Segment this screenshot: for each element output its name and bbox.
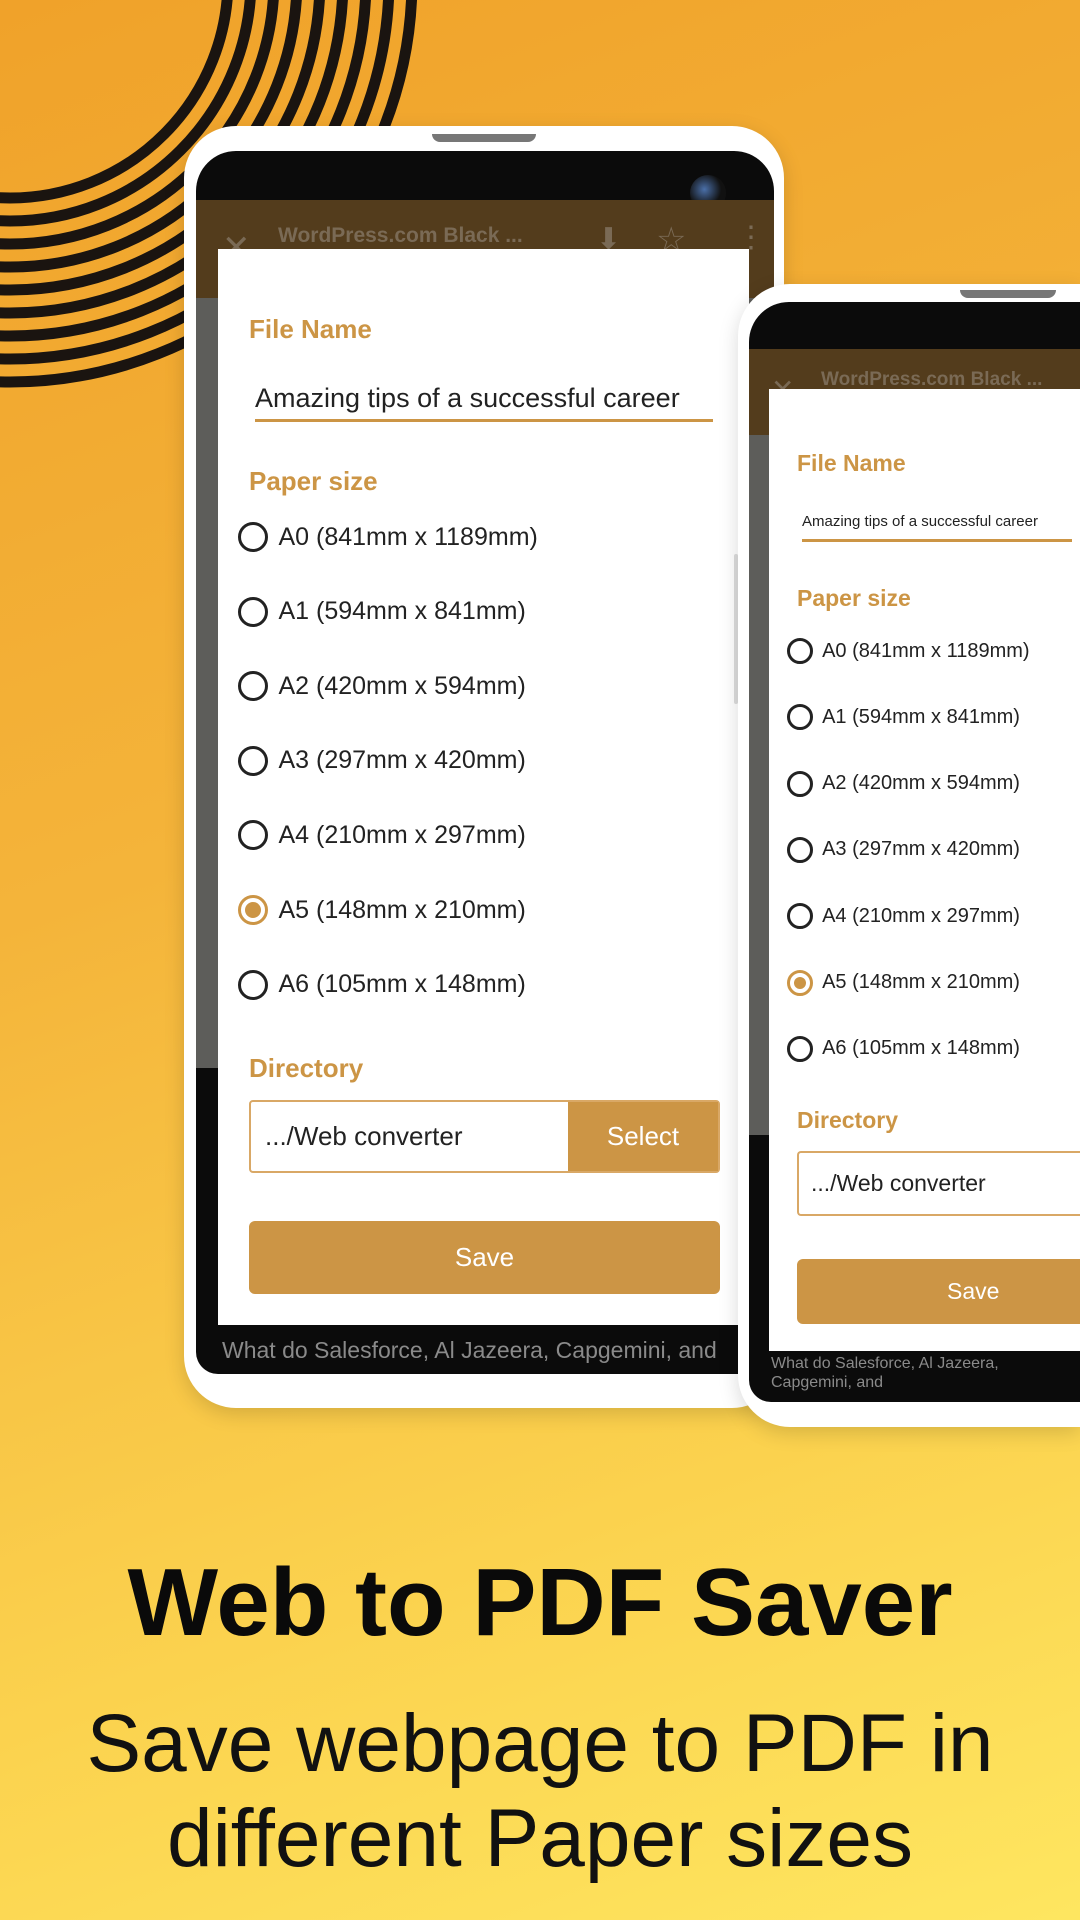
paper-size-label: A3 (297mm x 420mm) (822, 838, 1020, 861)
paper-size-label: A5 (148mm x 210mm) (278, 895, 526, 924)
directory-field: .../Web converter (797, 1151, 1080, 1216)
directory-field: .../Web converter Select (249, 1100, 720, 1173)
paper-size-option[interactable]: A6 (105mm x 148mm) (787, 1033, 1020, 1065)
paper-size-label: Paper size (249, 466, 378, 496)
save-button[interactable]: Save (249, 1221, 720, 1294)
paper-size-label: A6 (105mm x 148mm) (822, 1037, 1020, 1060)
file-name-label: File Name (249, 314, 372, 344)
file-name-input[interactable]: Amazing tips of a successful career (255, 383, 715, 414)
paper-size-option[interactable]: A0 (841mm x 1189mm) (238, 519, 538, 555)
phone-mockup-large: ✕ WordPress.com Black ... ⬇ ☆ ⋮ What do … (184, 126, 784, 1408)
radio-unchecked-icon[interactable] (787, 836, 813, 863)
paper-size-option[interactable]: A4 (210mm x 297mm) (787, 900, 1020, 932)
paper-size-label: A5 (148mm x 210mm) (822, 971, 1020, 993)
paper-size-option[interactable]: A3 (297mm x 420mm) (238, 743, 526, 779)
paper-size-option[interactable]: A2 (420mm x 594mm) (787, 768, 1020, 800)
paper-size-label: A2 (420mm x 594mm) (822, 772, 1020, 795)
save-pdf-dialog: File Name Amazing tips of a successful c… (218, 249, 749, 1325)
hero-subtitle-line2: different Paper sizes (166, 1793, 913, 1884)
paper-size-label: A1 (594mm x 841mm) (822, 705, 1020, 728)
paper-size-label: A2 (420mm x 594mm) (278, 671, 526, 700)
radio-checked-icon[interactable] (238, 895, 268, 925)
radio-unchecked-icon[interactable] (787, 638, 813, 664)
radio-unchecked-icon[interactable] (787, 770, 813, 797)
directory-label: Directory (797, 1107, 898, 1133)
paper-size-option[interactable]: A6 (105mm x 148mm) (238, 967, 526, 1003)
page-title: WordPress.com Black ... (278, 224, 523, 247)
radio-unchecked-icon[interactable] (238, 969, 268, 1000)
radio-unchecked-icon[interactable] (238, 820, 268, 851)
phone-mockup-small: ✕ WordPress.com Black ... What do Salesf… (738, 284, 1080, 1427)
file-name-label: File Name (797, 450, 906, 476)
paper-size-label: A1 (594mm x 841mm) (278, 597, 526, 626)
paper-size-option[interactable]: A1 (594mm x 841mm) (238, 594, 526, 630)
paper-size-option[interactable]: A2 (420mm x 594mm) (238, 668, 526, 704)
paper-size-option[interactable]: A5 (148mm x 210mm) (238, 892, 526, 928)
paper-size-option[interactable]: A0 (841mm x 1189mm) (787, 635, 1030, 667)
paper-size-option[interactable]: A4 (210mm x 297mm) (238, 817, 526, 853)
page-preview-text: What do Salesforce, Al Jazeera, Capgemin… (222, 1337, 717, 1363)
paper-size-label: A0 (841mm x 1189mm) (822, 639, 1030, 662)
hero-title: Web to PDF Saver (127, 1549, 953, 1656)
save-pdf-dialog: File Name Amazing tips of a successful c… (769, 389, 1080, 1351)
radio-unchecked-icon[interactable] (238, 745, 268, 776)
page-preview-text: What do Salesforce, Al Jazeera, Capgemin… (771, 1355, 999, 1391)
directory-value[interactable]: .../Web converter (251, 1102, 568, 1171)
directory-value[interactable]: .../Web converter (799, 1153, 1080, 1214)
paper-size-label: A4 (210mm x 297mm) (278, 820, 526, 849)
directory-label: Directory (249, 1053, 364, 1083)
paper-size-option[interactable]: A3 (297mm x 420mm) (787, 834, 1020, 866)
radio-unchecked-icon[interactable] (238, 596, 268, 627)
paper-size-option[interactable]: A1 (594mm x 841mm) (787, 701, 1020, 733)
select-directory-button[interactable]: Select (568, 1102, 718, 1171)
paper-size-label: A4 (210mm x 297mm) (822, 904, 1020, 927)
paper-size-label: A0 (841mm x 1189mm) (278, 522, 538, 551)
paper-size-label: Paper size (797, 585, 911, 611)
paper-size-label: A6 (105mm x 148mm) (278, 970, 526, 999)
paper-size-option[interactable]: A5 (148mm x 210mm) (787, 967, 1020, 999)
file-name-input[interactable]: Amazing tips of a successful career (802, 513, 1072, 530)
radio-unchecked-icon[interactable] (787, 1035, 813, 1062)
radio-checked-icon[interactable] (787, 969, 813, 996)
radio-unchecked-icon[interactable] (787, 903, 813, 930)
hero-subtitle-line1: Save webpage to PDF in (86, 1698, 994, 1789)
radio-unchecked-icon[interactable] (238, 522, 268, 552)
paper-size-label: A3 (297mm x 420mm) (278, 746, 526, 775)
page-title: WordPress.com Black ... (821, 369, 1043, 390)
radio-unchecked-icon[interactable] (238, 671, 268, 702)
radio-unchecked-icon[interactable] (787, 704, 813, 731)
save-button[interactable]: Save (797, 1259, 1080, 1324)
